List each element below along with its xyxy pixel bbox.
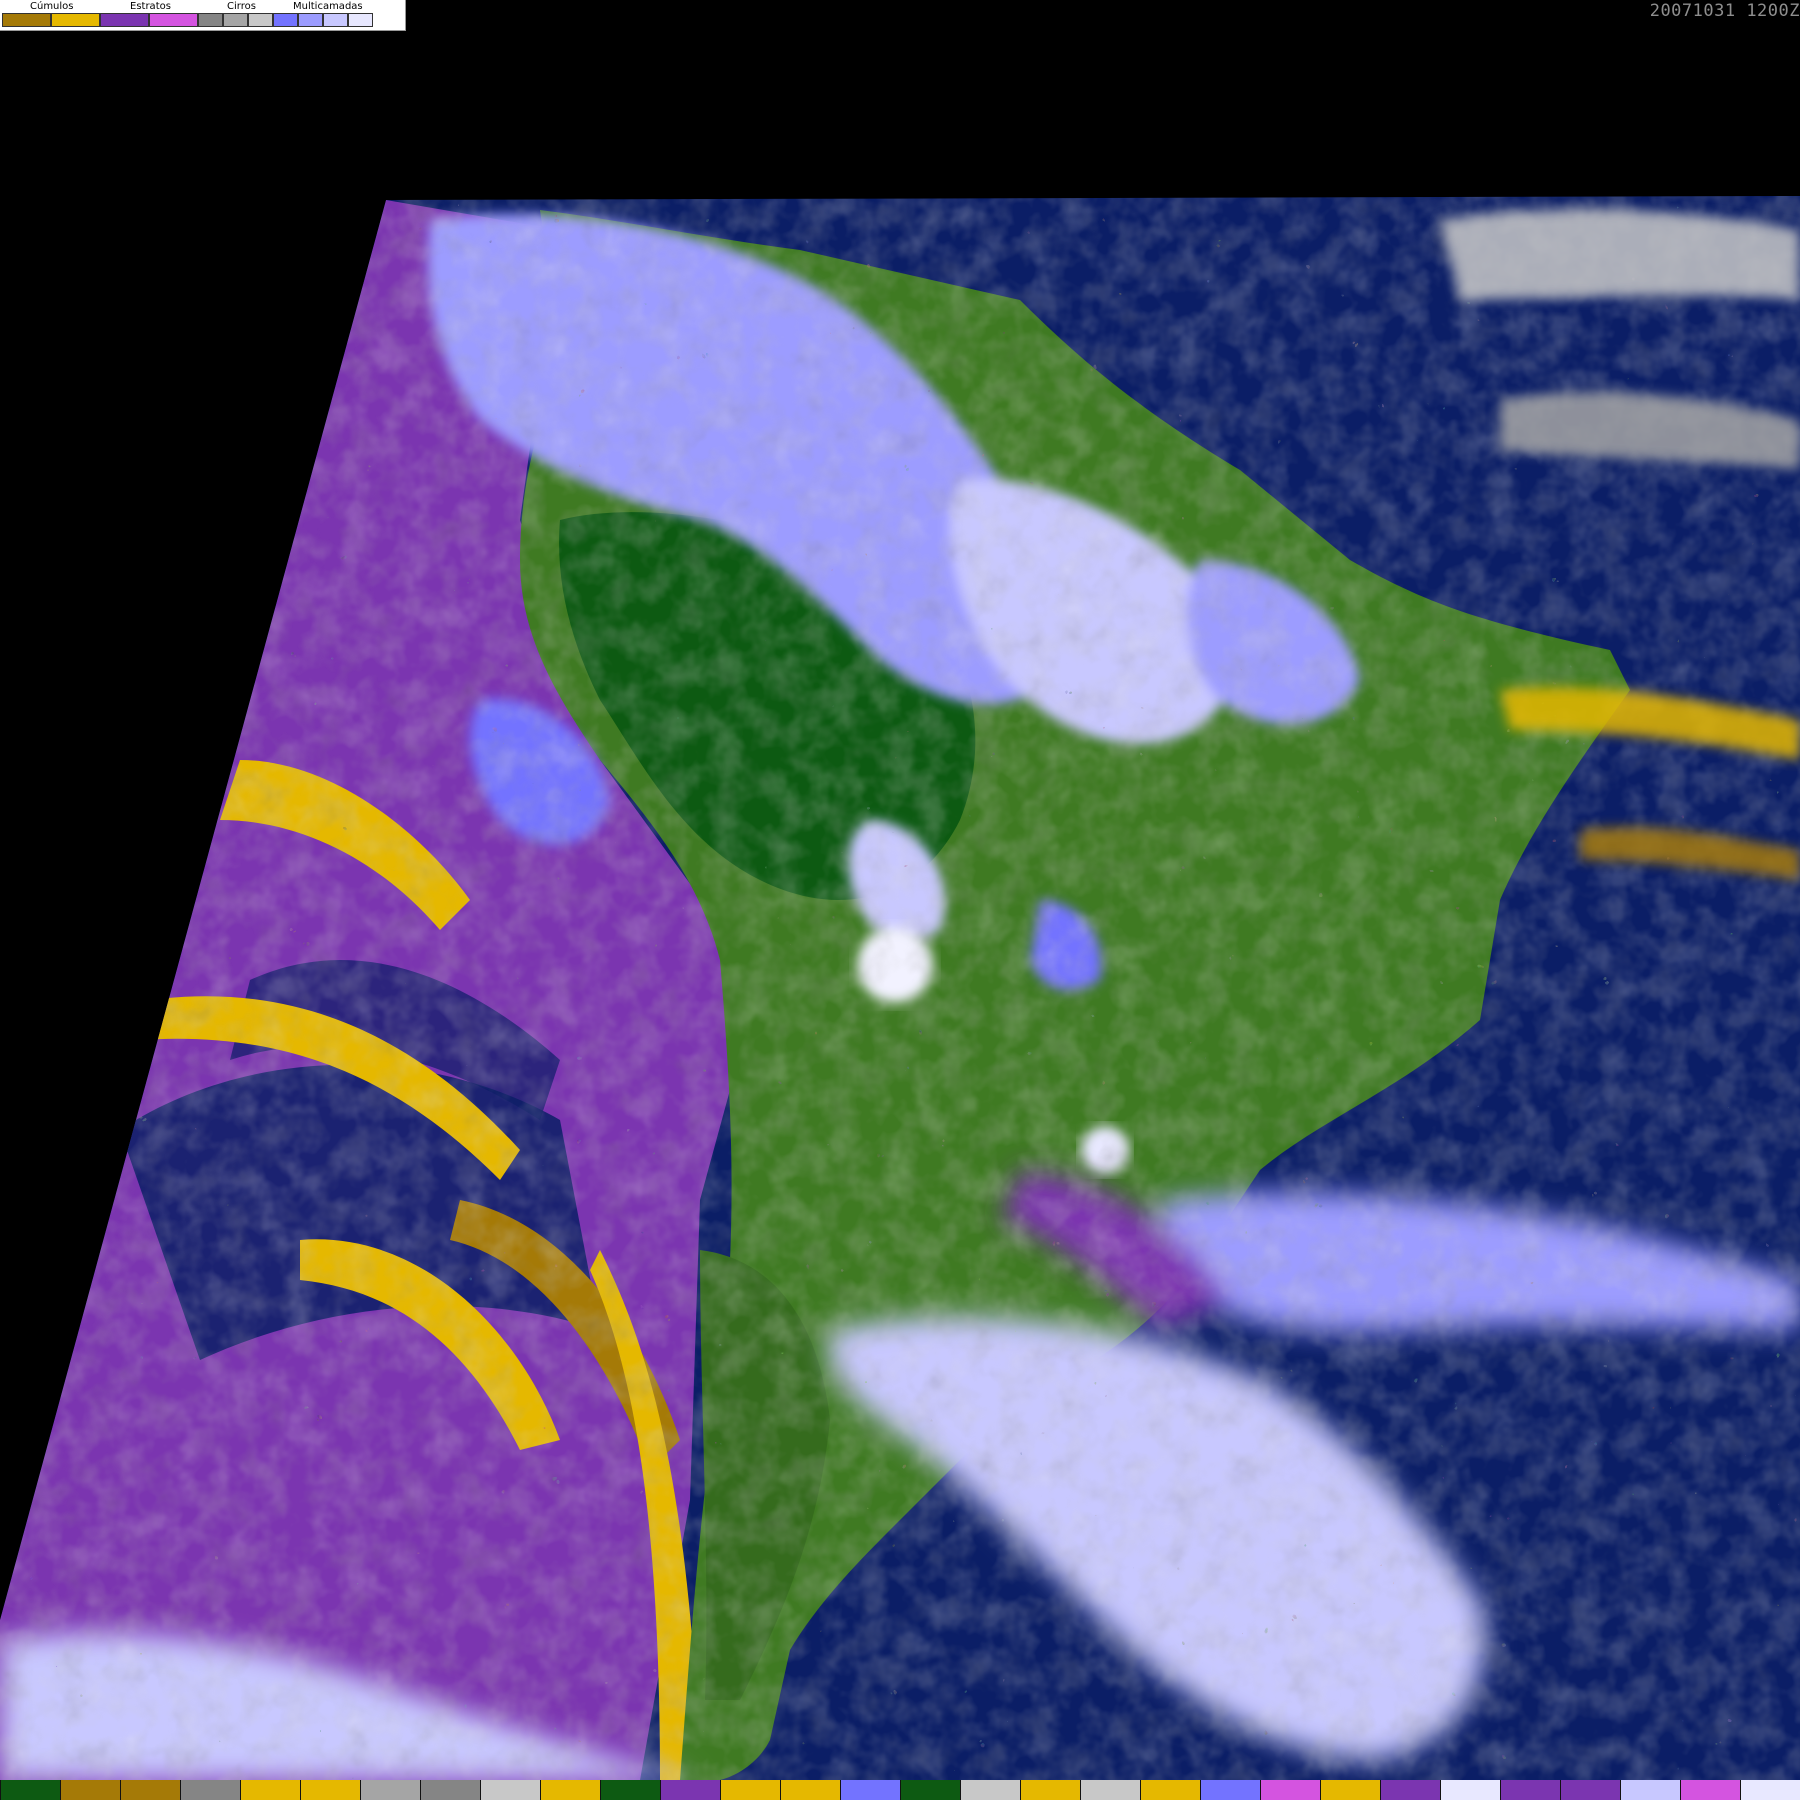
palette-cell xyxy=(840,1780,900,1800)
palette-cell xyxy=(1260,1780,1320,1800)
legend-swatch xyxy=(273,13,298,27)
palette-cell xyxy=(120,1780,180,1800)
legend-swatch xyxy=(198,13,223,27)
palette-cell xyxy=(480,1780,540,1800)
palette-cell xyxy=(240,1780,300,1800)
palette-cell xyxy=(780,1780,840,1800)
legend-swatch xyxy=(100,13,149,27)
palette-cell xyxy=(180,1780,240,1800)
palette-cell xyxy=(1080,1780,1140,1800)
palette-cell xyxy=(1620,1780,1680,1800)
palette-cell xyxy=(1440,1780,1500,1800)
legend-swatch xyxy=(223,13,248,27)
palette-cell xyxy=(300,1780,360,1800)
palette-cell xyxy=(540,1780,600,1800)
cloud-type-legend: Cúmulos Estratos Cirros Multicamadas xyxy=(0,0,406,31)
legend-label: Cúmulos xyxy=(30,1,74,12)
palette-cell xyxy=(1560,1780,1620,1800)
palette-cell xyxy=(0,1780,60,1800)
palette-cell xyxy=(60,1780,120,1800)
legend-swatch xyxy=(51,13,100,27)
legend-swatch xyxy=(323,13,348,27)
legend-swatch xyxy=(149,13,198,27)
palette-cell xyxy=(420,1780,480,1800)
palette-cell xyxy=(1200,1780,1260,1800)
image-timestamp: 20071031 1200Z xyxy=(1649,1,1800,21)
palette-cell xyxy=(900,1780,960,1800)
satellite-cloud-map xyxy=(0,196,1800,1780)
palette-cell xyxy=(660,1780,720,1800)
palette-cell xyxy=(1680,1780,1740,1800)
palette-cell xyxy=(600,1780,660,1800)
palette-cell xyxy=(720,1780,780,1800)
legend-swatch xyxy=(298,13,323,27)
legend-label: Estratos xyxy=(130,1,171,12)
legend-swatch xyxy=(2,13,51,27)
palette-cell xyxy=(1140,1780,1200,1800)
legend-swatch xyxy=(248,13,273,27)
palette-cell xyxy=(1020,1780,1080,1800)
palette-cell xyxy=(1320,1780,1380,1800)
color-palette-strip xyxy=(0,1780,1800,1800)
palette-cell xyxy=(360,1780,420,1800)
palette-cell xyxy=(1740,1780,1800,1800)
legend-label: Multicamadas xyxy=(293,1,363,12)
legend-label: Cirros xyxy=(227,1,256,12)
palette-cell xyxy=(1380,1780,1440,1800)
palette-cell xyxy=(960,1780,1020,1800)
legend-swatch xyxy=(348,13,373,27)
palette-cell xyxy=(1500,1780,1560,1800)
